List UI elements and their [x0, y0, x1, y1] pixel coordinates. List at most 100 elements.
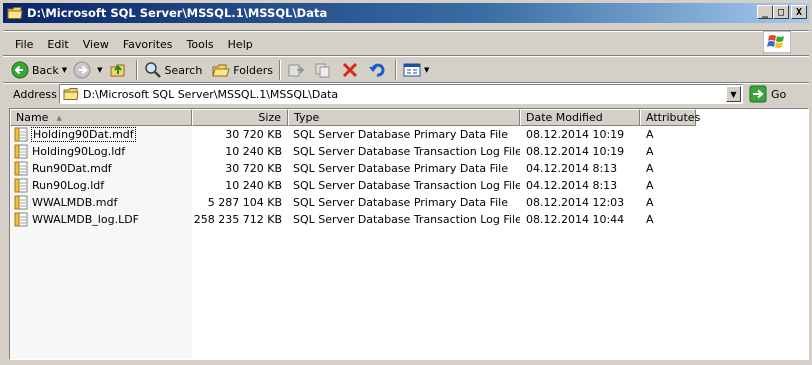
file-name-cell[interactable]: Run90Log.ldf — [10, 178, 192, 193]
toolbar-separator — [279, 60, 282, 80]
minimize-button[interactable]: _ — [757, 5, 773, 19]
file-name: Run90Log.ldf — [32, 179, 105, 192]
file-attributes: A — [646, 179, 654, 192]
column-header-size[interactable]: Size — [192, 109, 288, 126]
database-file-icon — [14, 144, 28, 159]
table-row[interactable]: WWALMDB.mdf 5 287 104 KB SQL Server Data… — [10, 194, 808, 211]
back-arrow-icon — [11, 61, 29, 79]
toolbar-separator — [135, 60, 138, 80]
database-file-icon — [14, 195, 28, 210]
file-size: 10 240 KB — [225, 179, 282, 192]
views-dropdown-icon[interactable]: ▼ — [424, 66, 429, 74]
go-label: Go — [771, 87, 787, 101]
forward-button[interactable]: ▼ — [70, 59, 105, 81]
file-rows: Holding90Dat.mdf 30 720 KB SQL Server Da… — [10, 126, 808, 228]
search-icon — [144, 62, 161, 78]
file-type: SQL Server Database Primary Data File — [293, 162, 508, 175]
go-arrow-icon — [749, 85, 767, 103]
file-type: SQL Server Database Transaction Log File — [293, 213, 520, 226]
menu-tools[interactable]: Tools — [180, 38, 221, 51]
file-size: 30 720 KB — [225, 162, 282, 175]
file-name-cell[interactable]: Run90Dat.mdf — [10, 161, 192, 176]
file-name-cell[interactable]: Holding90Dat.mdf — [10, 127, 192, 142]
up-folder-button[interactable] — [106, 59, 133, 81]
file-type: SQL Server Database Primary Data File — [293, 196, 508, 209]
window-title: D:\Microsoft SQL Server\MSSQL.1\MSSQL\Da… — [27, 6, 328, 20]
go-button[interactable]: Go — [749, 84, 786, 104]
column-header-type[interactable]: Type — [288, 109, 520, 126]
file-size: 258 235 712 KB — [193, 213, 282, 226]
table-row[interactable]: Holding90Dat.mdf 30 720 KB SQL Server Da… — [10, 126, 808, 143]
maximize-button[interactable]: □ — [773, 5, 789, 19]
database-file-icon — [14, 212, 28, 227]
menu-view[interactable]: View — [76, 38, 116, 51]
file-date-modified: 04.12.2014 8:13 — [526, 179, 618, 192]
delete-button[interactable] — [338, 59, 365, 81]
file-name: WWALMDB_log.LDF — [32, 213, 140, 226]
column-header-date-modified[interactable]: Date Modified — [520, 109, 640, 126]
menu-separator-bottom — [3, 55, 809, 57]
explorer-window: D:\Microsoft SQL Server\MSSQL.1\MSSQL\Da… — [0, 0, 812, 365]
copy-to-icon — [315, 63, 330, 78]
back-dropdown-icon[interactable]: ▼ — [62, 66, 67, 74]
undo-button[interactable] — [365, 59, 392, 81]
file-name: Holding90Dat.mdf — [31, 127, 136, 142]
file-list[interactable]: Name ▲ Size Type Date Modified Attribute… — [9, 108, 809, 360]
table-row[interactable]: Run90Log.ldf 10 240 KB SQL Server Databa… — [10, 177, 808, 194]
file-type: SQL Server Database Transaction Log File — [293, 145, 520, 158]
column-header-name-label: Name — [16, 111, 49, 124]
sort-ascending-icon: ▲ — [56, 113, 62, 122]
file-attributes: A — [646, 213, 654, 226]
address-input[interactable]: D:\Microsoft SQL Server\MSSQL.1\MSSQL\Da… — [59, 84, 743, 104]
forward-dropdown-icon[interactable]: ▼ — [97, 66, 102, 74]
file-date-modified: 04.12.2014 8:13 — [526, 162, 618, 175]
file-date-modified: 08.12.2014 10:44 — [526, 213, 625, 226]
column-header-name[interactable]: Name ▲ — [10, 109, 192, 126]
file-date-modified: 08.12.2014 10:19 — [526, 145, 625, 158]
table-row[interactable]: WWALMDB_log.LDF 258 235 712 KB SQL Serve… — [10, 211, 808, 228]
menu-favorites[interactable]: Favorites — [116, 38, 180, 51]
windows-logo-icon — [763, 31, 791, 53]
file-name-cell[interactable]: Holding90Log.ldf — [10, 144, 192, 159]
file-name: Holding90Log.ldf — [32, 145, 126, 158]
folders-button[interactable]: Folders — [209, 59, 276, 81]
file-date-modified: 08.12.2014 12:03 — [526, 196, 625, 209]
table-row[interactable]: Run90Dat.mdf 30 720 KB SQL Server Databa… — [10, 160, 808, 177]
forward-arrow-icon — [73, 61, 91, 79]
address-value: D:\Microsoft SQL Server\MSSQL.1\MSSQL\Da… — [83, 87, 339, 101]
move-to-button[interactable] — [284, 59, 311, 81]
menu-file[interactable]: File — [3, 38, 40, 51]
views-button[interactable]: ▼ — [400, 59, 432, 81]
delete-icon — [342, 62, 358, 78]
move-to-icon — [288, 64, 305, 77]
file-name-cell[interactable]: WWALMDB.mdf — [10, 195, 192, 210]
table-row[interactable]: Holding90Log.ldf 10 240 KB SQL Server Da… — [10, 143, 808, 160]
folders-icon — [212, 64, 230, 77]
file-type: SQL Server Database Primary Data File — [293, 128, 508, 141]
menu-edit[interactable]: Edit — [40, 38, 75, 51]
copy-to-button[interactable] — [311, 59, 338, 81]
file-name: Run90Dat.mdf — [32, 162, 112, 175]
database-file-icon — [14, 161, 28, 176]
menu-help[interactable]: Help — [221, 38, 260, 51]
toolbar-separator — [395, 60, 398, 80]
search-button[interactable]: Search — [141, 59, 206, 81]
search-label: Search — [164, 63, 203, 77]
window-controls: _ □ X — [757, 5, 807, 19]
back-label: Back — [32, 63, 59, 77]
address-bar: Address D:\Microsoft SQL Server\MSSQL.1\… — [3, 83, 809, 105]
back-button[interactable]: Back ▼ — [3, 59, 70, 81]
standard-toolbar: Back ▼ ▼ Search Folders ▼ — [3, 58, 809, 82]
undo-icon — [369, 63, 385, 77]
address-dropdown-button[interactable]: ▼ — [726, 86, 741, 102]
title-bar[interactable]: D:\Microsoft SQL Server\MSSQL.1\MSSQL\Da… — [3, 3, 809, 23]
file-name-cell[interactable]: WWALMDB_log.LDF — [10, 212, 192, 227]
address-label: Address — [13, 87, 57, 101]
file-size: 5 287 104 KB — [207, 196, 282, 209]
column-header-attributes[interactable]: Attributes — [640, 109, 700, 126]
file-name: WWALMDB.mdf — [32, 196, 118, 209]
folder-icon — [7, 7, 23, 19]
file-attributes: A — [646, 196, 654, 209]
file-attributes: A — [646, 128, 654, 141]
close-button[interactable]: X — [791, 5, 807, 19]
